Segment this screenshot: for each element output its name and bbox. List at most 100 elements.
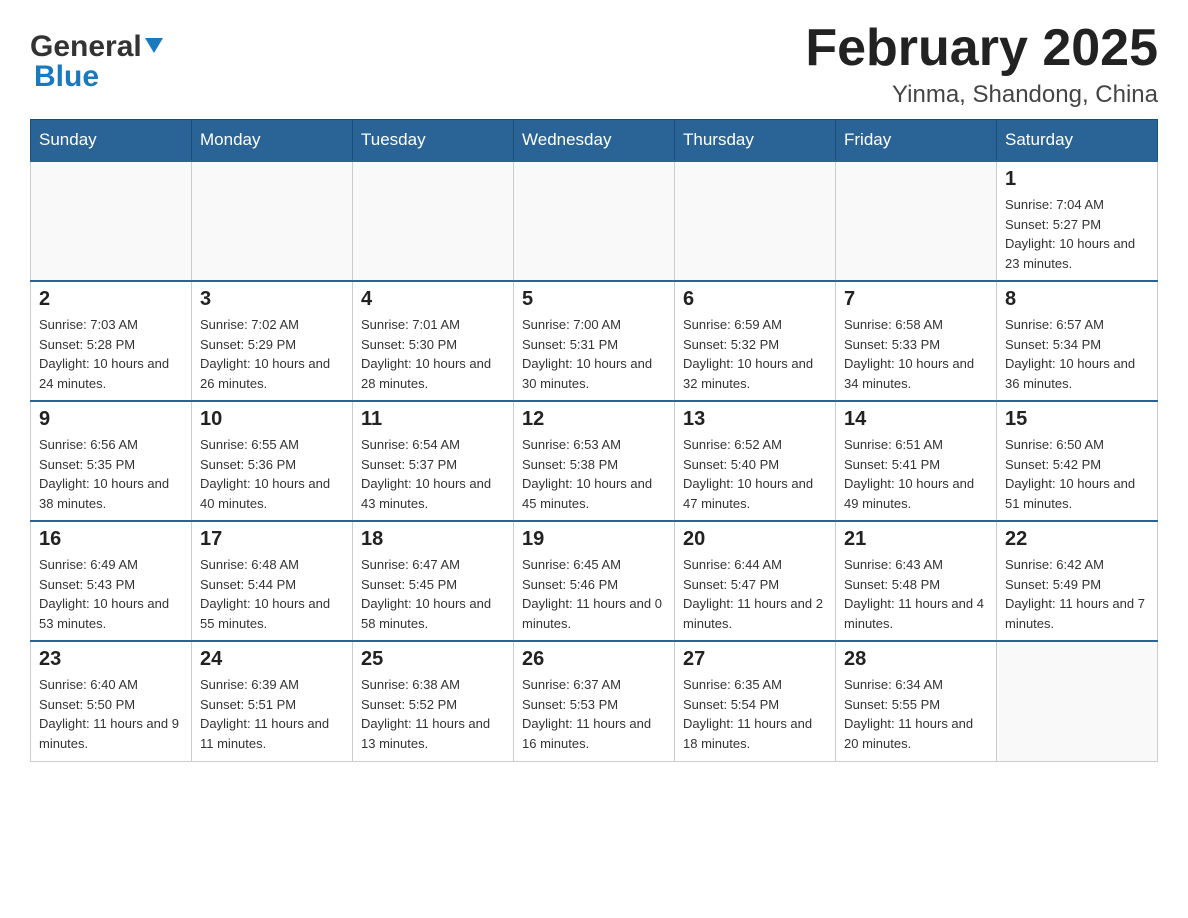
calendar-cell bbox=[675, 161, 836, 281]
day-info: Sunrise: 6:34 AMSunset: 5:55 PMDaylight:… bbox=[844, 675, 988, 753]
calendar-cell: 21Sunrise: 6:43 AMSunset: 5:48 PMDayligh… bbox=[836, 521, 997, 641]
day-number: 12 bbox=[522, 408, 666, 431]
day-info: Sunrise: 6:57 AMSunset: 5:34 PMDaylight:… bbox=[1005, 315, 1149, 393]
calendar-cell: 15 Sunrise: 6:50 AMSunset: 5:42 PMDayligh… bbox=[997, 401, 1158, 521]
day-info: Sunrise: 6:50 AMSunset: 5:42 PMDaylight:… bbox=[1005, 435, 1149, 513]
day-info: Sunrise: 6:53 AMSunset: 5:38 PMDaylight:… bbox=[522, 435, 666, 513]
weekday-header-tuesday: Tuesday bbox=[353, 120, 514, 162]
calendar-cell: 14 Sunrise: 6:51 AMSunset: 5:41 PMDayligh… bbox=[836, 401, 997, 521]
calendar-cell: 13 Sunrise: 6:52 AMSunset: 5:40 PMDayligh… bbox=[675, 401, 836, 521]
day-info: Sunrise: 6:47 AMSunset: 5:45 PMDaylight:… bbox=[361, 555, 505, 633]
day-info: Sunrise: 6:37 AMSunset: 5:53 PMDaylight:… bbox=[522, 675, 666, 753]
day-info: Sunrise: 6:55 AMSunset: 5:36 PMDaylight:… bbox=[200, 435, 344, 513]
day-info: Sunrise: 6:56 AMSunset: 5:35 PMDaylight:… bbox=[39, 435, 183, 513]
day-number: 3 bbox=[200, 288, 344, 311]
day-info: Sunrise: 6:52 AMSunset: 5:40 PMDaylight:… bbox=[683, 435, 827, 513]
calendar-cell: 12 Sunrise: 6:53 AMSunset: 5:38 PMDayligh… bbox=[514, 401, 675, 521]
day-number: 13 bbox=[683, 408, 827, 431]
day-info: Sunrise: 6:45 AMSunset: 5:46 PMDaylight:… bbox=[522, 555, 666, 633]
logo: General Blue bbox=[30, 20, 163, 94]
calendar-cell: 8 Sunrise: 6:57 AMSunset: 5:34 PMDaylight… bbox=[997, 281, 1158, 401]
calendar-cell: 18Sunrise: 6:47 AMSunset: 5:45 PMDayligh… bbox=[353, 521, 514, 641]
calendar-cell: 3Sunrise: 7:02 AMSunset: 5:29 PMDaylight… bbox=[192, 281, 353, 401]
calendar-cell: 6 Sunrise: 6:59 AMSunset: 5:32 PMDaylight… bbox=[675, 281, 836, 401]
calendar-cell bbox=[836, 161, 997, 281]
logo-triangle-icon bbox=[145, 38, 163, 53]
calendar-cell bbox=[514, 161, 675, 281]
day-number: 6 bbox=[683, 288, 827, 311]
calendar-cell bbox=[353, 161, 514, 281]
day-info: Sunrise: 6:44 AMSunset: 5:47 PMDaylight:… bbox=[683, 555, 827, 633]
day-info: Sunrise: 6:38 AMSunset: 5:52 PMDaylight:… bbox=[361, 675, 505, 753]
calendar-cell bbox=[997, 641, 1158, 761]
day-info: Sunrise: 7:00 AMSunset: 5:31 PMDaylight:… bbox=[522, 315, 666, 393]
day-number: 2 bbox=[39, 288, 183, 311]
calendar-cell: 1 Sunrise: 7:04 AMSunset: 5:27 PMDaylight… bbox=[997, 161, 1158, 281]
week-row-1: 1 Sunrise: 7:04 AMSunset: 5:27 PMDaylight… bbox=[31, 161, 1158, 281]
calendar-cell bbox=[31, 161, 192, 281]
day-number: 28 bbox=[844, 648, 988, 671]
week-row-4: 16 Sunrise: 6:49 AMSunset: 5:43 PMDayligh… bbox=[31, 521, 1158, 641]
week-row-5: 23Sunrise: 6:40 AMSunset: 5:50 PMDayligh… bbox=[31, 641, 1158, 761]
calendar-cell: 25Sunrise: 6:38 AMSunset: 5:52 PMDayligh… bbox=[353, 641, 514, 761]
day-info: Sunrise: 6:54 AMSunset: 5:37 PMDaylight:… bbox=[361, 435, 505, 513]
calendar-cell: 2 Sunrise: 7:03 AMSunset: 5:28 PMDaylight… bbox=[31, 281, 192, 401]
calendar-cell: 17 Sunrise: 6:48 AMSunset: 5:44 PMDayligh… bbox=[192, 521, 353, 641]
day-number: 15 bbox=[1005, 408, 1149, 431]
calendar-cell bbox=[192, 161, 353, 281]
day-info: Sunrise: 6:48 AMSunset: 5:44 PMDaylight:… bbox=[200, 555, 344, 633]
weekday-header-sunday: Sunday bbox=[31, 120, 192, 162]
day-info: Sunrise: 6:49 AMSunset: 5:43 PMDaylight:… bbox=[39, 555, 183, 633]
day-number: 5 bbox=[522, 288, 666, 311]
calendar-cell: 20 Sunrise: 6:44 AMSunset: 5:47 PMDayligh… bbox=[675, 521, 836, 641]
day-number: 16 bbox=[39, 528, 183, 551]
page-header: General Blue February 2025 Yinma, Shando… bbox=[30, 20, 1158, 109]
day-info: Sunrise: 7:01 AMSunset: 5:30 PMDaylight:… bbox=[361, 315, 505, 393]
weekday-header-thursday: Thursday bbox=[675, 120, 836, 162]
calendar-cell: 7Sunrise: 6:58 AMSunset: 5:33 PMDaylight… bbox=[836, 281, 997, 401]
week-row-3: 9 Sunrise: 6:56 AMSunset: 5:35 PMDaylight… bbox=[31, 401, 1158, 521]
day-info: Sunrise: 6:51 AMSunset: 5:41 PMDaylight:… bbox=[844, 435, 988, 513]
day-info: Sunrise: 6:35 AMSunset: 5:54 PMDaylight:… bbox=[683, 675, 827, 753]
day-number: 9 bbox=[39, 408, 183, 431]
day-number: 26 bbox=[522, 648, 666, 671]
day-number: 10 bbox=[200, 408, 344, 431]
day-number: 20 bbox=[683, 528, 827, 551]
weekday-header-friday: Friday bbox=[836, 120, 997, 162]
day-number: 21 bbox=[844, 528, 988, 551]
calendar-cell: 23Sunrise: 6:40 AMSunset: 5:50 PMDayligh… bbox=[31, 641, 192, 761]
day-info: Sunrise: 6:40 AMSunset: 5:50 PMDaylight:… bbox=[39, 675, 183, 753]
day-info: Sunrise: 7:04 AMSunset: 5:27 PMDaylight:… bbox=[1005, 195, 1149, 273]
day-number: 1 bbox=[1005, 168, 1149, 191]
weekday-header-monday: Monday bbox=[192, 120, 353, 162]
day-number: 8 bbox=[1005, 288, 1149, 311]
calendar-cell: 5 Sunrise: 7:00 AMSunset: 5:31 PMDaylight… bbox=[514, 281, 675, 401]
calendar-cell: 10 Sunrise: 6:55 AMSunset: 5:36 PMDayligh… bbox=[192, 401, 353, 521]
day-info: Sunrise: 6:59 AMSunset: 5:32 PMDaylight:… bbox=[683, 315, 827, 393]
calendar-cell: 24 Sunrise: 6:39 AMSunset: 5:51 PMDayligh… bbox=[192, 641, 353, 761]
day-info: Sunrise: 7:03 AMSunset: 5:28 PMDaylight:… bbox=[39, 315, 183, 393]
day-number: 22 bbox=[1005, 528, 1149, 551]
weekday-header-wednesday: Wednesday bbox=[514, 120, 675, 162]
calendar-cell: 19 Sunrise: 6:45 AMSunset: 5:46 PMDayligh… bbox=[514, 521, 675, 641]
calendar-cell: 4Sunrise: 7:01 AMSunset: 5:30 PMDaylight… bbox=[353, 281, 514, 401]
day-number: 14 bbox=[844, 408, 988, 431]
day-number: 27 bbox=[683, 648, 827, 671]
day-info: Sunrise: 6:39 AMSunset: 5:51 PMDaylight:… bbox=[200, 675, 344, 753]
logo-general-text: General bbox=[30, 30, 142, 64]
day-number: 7 bbox=[844, 288, 988, 311]
calendar-table: SundayMondayTuesdayWednesdayThursdayFrid… bbox=[30, 119, 1158, 762]
day-number: 19 bbox=[522, 528, 666, 551]
day-info: Sunrise: 6:42 AMSunset: 5:49 PMDaylight:… bbox=[1005, 555, 1149, 633]
weekday-header-saturday: Saturday bbox=[997, 120, 1158, 162]
calendar-cell: 16 Sunrise: 6:49 AMSunset: 5:43 PMDayligh… bbox=[31, 521, 192, 641]
calendar-cell: 27 Sunrise: 6:35 AMSunset: 5:54 PMDayligh… bbox=[675, 641, 836, 761]
week-row-2: 2 Sunrise: 7:03 AMSunset: 5:28 PMDaylight… bbox=[31, 281, 1158, 401]
location-title: Yinma, Shandong, China bbox=[805, 81, 1158, 109]
day-number: 17 bbox=[200, 528, 344, 551]
day-number: 24 bbox=[200, 648, 344, 671]
calendar-cell: 9 Sunrise: 6:56 AMSunset: 5:35 PMDaylight… bbox=[31, 401, 192, 521]
logo-blue-text: Blue bbox=[34, 60, 99, 94]
day-number: 11 bbox=[361, 408, 505, 431]
calendar-cell: 28 Sunrise: 6:34 AMSunset: 5:55 PMDayligh… bbox=[836, 641, 997, 761]
